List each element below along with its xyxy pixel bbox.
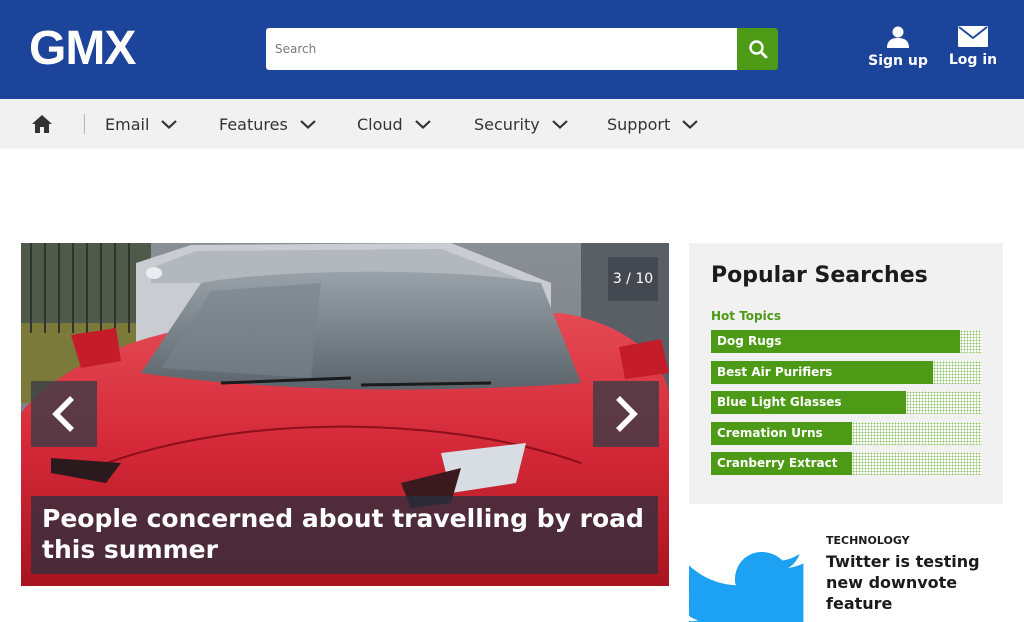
hot-topics-label: Hot Topics	[711, 309, 781, 323]
nav-item-label: Email	[105, 114, 150, 134]
teaser-category: TECHNOLOGY	[826, 534, 910, 547]
nav-item-label: Features	[219, 114, 288, 134]
nav-item-label: Support	[607, 114, 671, 134]
search-input[interactable]	[266, 28, 737, 70]
popular-search-label: Cremation Urns	[717, 425, 823, 440]
slide-counter: 3 / 10	[608, 257, 658, 301]
news-slider[interactable]: 3 / 10 People concerned about travelling…	[21, 243, 669, 586]
home-icon	[32, 115, 52, 133]
popular-search-label: Cranberry Extract	[717, 456, 838, 470]
nav-item-label: Cloud	[357, 114, 403, 134]
nav-item-email[interactable]: Email	[105, 99, 178, 149]
chevron-down-icon	[414, 118, 432, 130]
nav-item-features[interactable]: Features	[219, 99, 317, 149]
user-icon	[887, 26, 909, 48]
gmx-logo[interactable]: GMX	[29, 23, 136, 75]
chevron-right-icon	[616, 396, 638, 432]
popular-search-item[interactable]: Dog Rugs	[711, 330, 982, 353]
popular-search-label: Blue Light Glasses	[717, 395, 842, 409]
signup-label: Sign up	[868, 53, 928, 69]
nav-item-security[interactable]: Security	[474, 99, 569, 149]
teaser-headline[interactable]: Twitter is testing new downvote feature	[826, 551, 1016, 614]
popular-searches-title: Popular Searches	[711, 263, 928, 288]
nav-item-support[interactable]: Support	[607, 99, 699, 149]
search-bar	[266, 28, 778, 70]
search-icon	[748, 40, 767, 59]
chevron-down-icon	[299, 118, 317, 130]
popular-search-label: Dog Rugs	[717, 334, 782, 348]
login-button[interactable]: Log in	[947, 26, 999, 68]
popular-search-label: Best Air Purifiers	[717, 364, 833, 379]
search-button[interactable]	[737, 28, 778, 70]
main-navigation: Email Features Cloud Security Support	[0, 99, 1024, 149]
popular-search-item[interactable]: Cranberry Extract	[711, 452, 982, 475]
teaser-image[interactable]	[689, 530, 807, 622]
nav-item-cloud[interactable]: Cloud	[357, 99, 432, 149]
nav-item-label: Security	[474, 114, 540, 134]
envelope-icon	[958, 26, 988, 47]
popular-searches-list: Dog Rugs Best Air Purifiers Blue Light Gla…	[711, 330, 982, 475]
signup-button[interactable]: Sign up	[868, 26, 928, 69]
chevron-down-icon	[681, 118, 699, 130]
popular-search-item[interactable]: Cremation Urns	[711, 421, 982, 445]
login-label: Log in	[948, 52, 998, 68]
slider-next-button[interactable]	[593, 381, 659, 447]
popular-search-item[interactable]: Best Air Purifiers	[711, 360, 982, 384]
twitter-bird-icon	[689, 552, 804, 622]
nav-divider	[84, 114, 85, 134]
slider-prev-button[interactable]	[31, 381, 97, 447]
home-button[interactable]	[31, 113, 53, 135]
site-header: GMX Sign up Log in	[0, 0, 1024, 99]
chevron-down-icon	[160, 118, 178, 130]
popular-search-item[interactable]: Blue Light Glasses	[711, 391, 982, 414]
chevron-left-icon	[52, 396, 74, 432]
popular-searches-panel: Popular Searches Hot Topics Dog Rugs Best…	[689, 243, 1003, 504]
chevron-down-icon	[551, 118, 569, 130]
slide-caption[interactable]: People concerned about travelling by roa…	[31, 496, 658, 574]
